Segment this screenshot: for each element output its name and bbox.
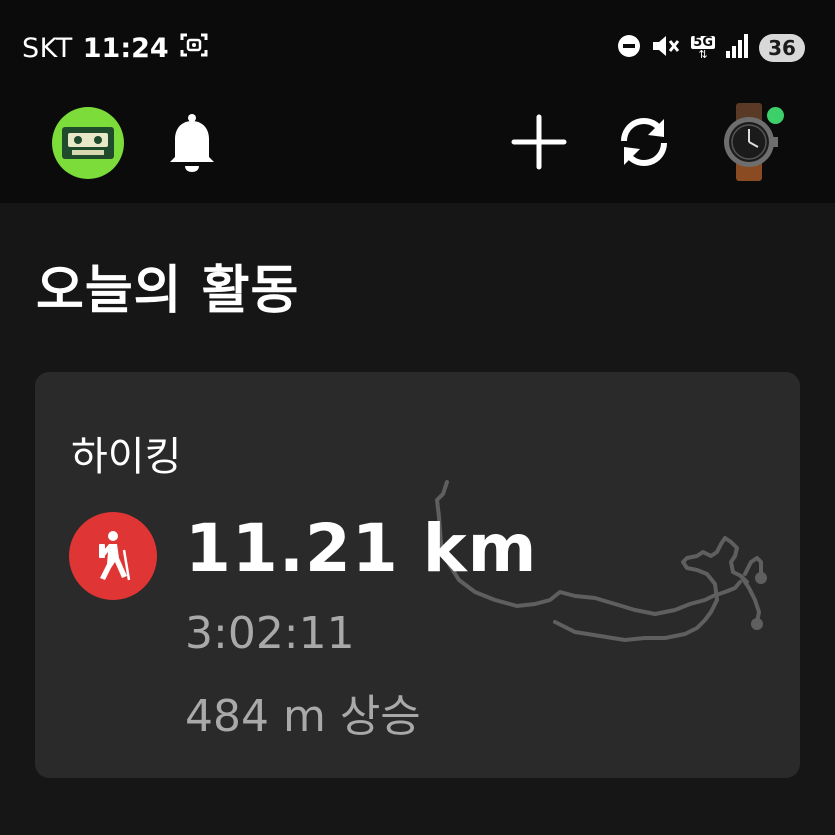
notifications-button[interactable] — [163, 111, 221, 173]
activity-duration: 3:02:11 — [185, 608, 355, 659]
device-connected-indicator — [767, 107, 784, 124]
status-right: 5G ⇅ 36 — [617, 30, 805, 66]
status-bar: SKT 11:24 5G ⇅ — [0, 0, 835, 95]
plus-icon — [508, 111, 570, 173]
activity-type: 하이킹 — [71, 424, 181, 482]
avatar-icon[interactable] — [52, 107, 124, 179]
activity-card[interactable]: 하이킹 11.21 km 3:02:11 484 m 상승 — [35, 372, 800, 778]
bell-icon — [163, 111, 221, 173]
page-title: 오늘의 활동 — [36, 248, 299, 323]
device-button[interactable] — [712, 101, 792, 183]
clock: 11:24 — [83, 33, 169, 64]
activity-elevation-gain: 484 m 상승 — [185, 680, 421, 744]
activity-distance: 11.21 km — [185, 510, 537, 587]
hiking-icon — [69, 512, 157, 600]
battery-icon: 36 — [759, 34, 805, 62]
signal-icon — [725, 33, 749, 63]
app-top-bar — [0, 95, 835, 203]
battery-level: 36 — [768, 36, 796, 60]
carrier-label: SKT — [22, 33, 73, 64]
screen-record-icon — [179, 31, 209, 66]
do-not-disturb-icon — [617, 34, 641, 62]
sync-icon — [612, 111, 676, 173]
data-arrows-icon: ⇅ — [699, 49, 708, 60]
mute-icon — [651, 33, 681, 63]
add-button[interactable] — [508, 111, 570, 173]
5g-icon: 5G ⇅ — [691, 36, 715, 60]
sync-button[interactable] — [612, 111, 676, 173]
status-left: SKT 11:24 — [22, 30, 209, 66]
